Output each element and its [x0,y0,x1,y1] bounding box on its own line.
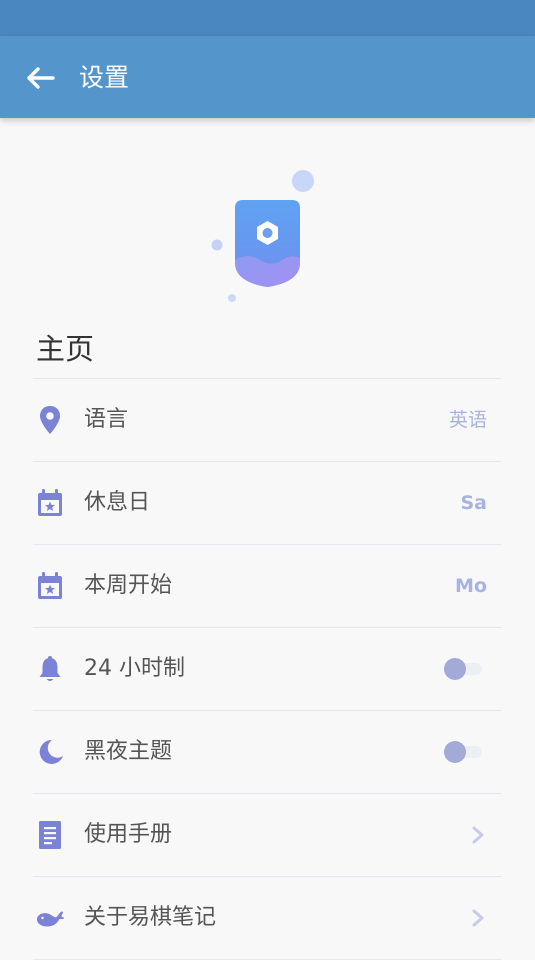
setting-label: 本周开始 [84,573,173,598]
setting-label: 关于易棋笔记 [84,905,217,930]
calendar-star-icon [35,484,65,522]
setting-about[interactable]: 关于易棋笔记 [33,877,501,960]
settings-list: 语言 英语 休息日 Sa 本周开始 Mo 24 小时制 黑夜主题 使用手册 关于… [33,379,501,960]
chevron-right-icon [471,825,485,845]
back-button[interactable] [18,58,62,98]
arrow-left-icon [27,67,55,89]
setting-value: Mo [455,575,487,597]
24-hour-toggle[interactable] [444,658,484,680]
dark-theme-toggle[interactable] [444,741,484,763]
map-pin-icon [35,401,65,439]
calendar-star-icon [35,567,65,605]
setting-label: 语言 [84,407,129,432]
app-bar: 设置 [0,36,535,118]
chevron-right-icon [471,908,485,928]
toggle-knob [444,658,466,680]
setting-label: 使用手册 [84,822,173,847]
document-icon [35,816,65,854]
setting-value: 英语 [448,409,487,431]
bell-icon [35,650,65,688]
setting-dark-theme[interactable]: 黑夜主题 [33,711,501,794]
setting-label: 休息日 [84,490,151,515]
setting-value: Sa [460,492,487,514]
settings-hero-illustration [200,160,340,310]
setting-label: 24 小时制 [84,656,185,681]
setting-label: 黑夜主题 [84,739,173,764]
whale-icon [35,899,65,937]
moon-icon [35,733,65,771]
setting-24-hour[interactable]: 24 小时制 [33,628,501,711]
setting-rest-day[interactable]: 休息日 Sa [33,462,501,545]
section-title: 主页 [36,332,95,366]
status-bar [0,0,535,36]
setting-language[interactable]: 语言 英语 [33,379,501,462]
toggle-knob [444,741,466,763]
setting-week-start[interactable]: 本周开始 Mo [33,545,501,628]
setting-user-manual[interactable]: 使用手册 [33,794,501,877]
page-title: 设置 [79,63,130,92]
